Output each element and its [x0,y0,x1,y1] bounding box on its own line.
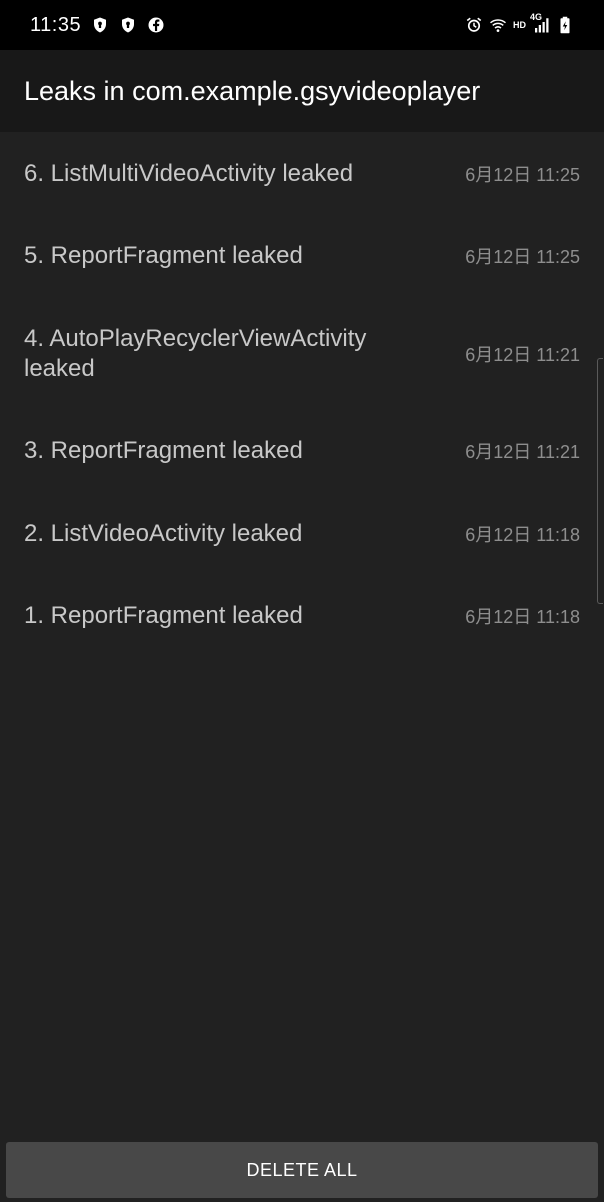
facebook-icon [147,16,165,34]
leak-title: 3. ReportFragment leaked [24,437,303,464]
app-bar: Leaks in com.example.gsyvideoplayer [0,50,604,132]
leak-list: 6. ListMultiVideoActivity leaked 6月12日 1… [0,132,604,657]
leak-title: 1. ReportFragment leaked [24,602,303,629]
leak-timestamp: 6月12日 11:25 [465,247,580,267]
leak-timestamp: 6月12日 11:25 [465,164,580,185]
alarm-icon [465,16,483,34]
leak-list-item[interactable]: 3. ReportFragment leaked 6月12日 11:21 [0,410,604,492]
page-title: Leaks in com.example.gsyvideoplayer [24,75,481,106]
leak-list-item[interactable]: 5. ReportFragment leaked 6月12日 11:25 [0,215,604,297]
leak-list-item[interactable]: 6. ListMultiVideoActivity leaked 6月12日 1… [0,132,604,215]
leak-timestamp: 6月12日 11:18 [465,607,580,627]
network-type-label: 4G [530,12,543,22]
hd-label: HD [513,20,526,30]
leak-title: 6. ListMultiVideoActivity leaked [24,159,354,187]
scrollbar[interactable] [597,358,603,604]
system-icons: HD 4G [465,12,574,34]
shield-icon [119,16,137,34]
shield-icon [91,16,109,34]
leak-list-item[interactable]: 2. ListVideoActivity leaked 6月12日 11:18 [0,492,604,575]
delete-all-button[interactable]: DELETE ALL [6,1142,598,1198]
wifi-icon [489,16,507,34]
status-bar: 11:35 HD 4G [0,0,604,50]
status-time: 11:35 [30,13,82,36]
4g-signal-icon: 4G [530,12,550,34]
notification-icons [91,16,165,34]
leak-title: 4. AutoPlayRecyclerViewActivity leaked [24,324,367,382]
leak-timestamp: 6月12日 11:21 [465,344,580,365]
battery-charging-icon [556,16,574,34]
leak-title: 5. ReportFragment leaked [24,242,303,269]
leak-list-item[interactable]: 1. ReportFragment leaked 6月12日 11:18 [0,575,604,657]
leak-timestamp: 6月12日 11:18 [465,524,580,545]
leak-timestamp: 6月12日 11:21 [465,442,580,462]
leak-list-item[interactable]: 4. AutoPlayRecyclerViewActivity leaked 6… [0,297,604,410]
leak-title: 2. ListVideoActivity leaked [24,519,303,547]
